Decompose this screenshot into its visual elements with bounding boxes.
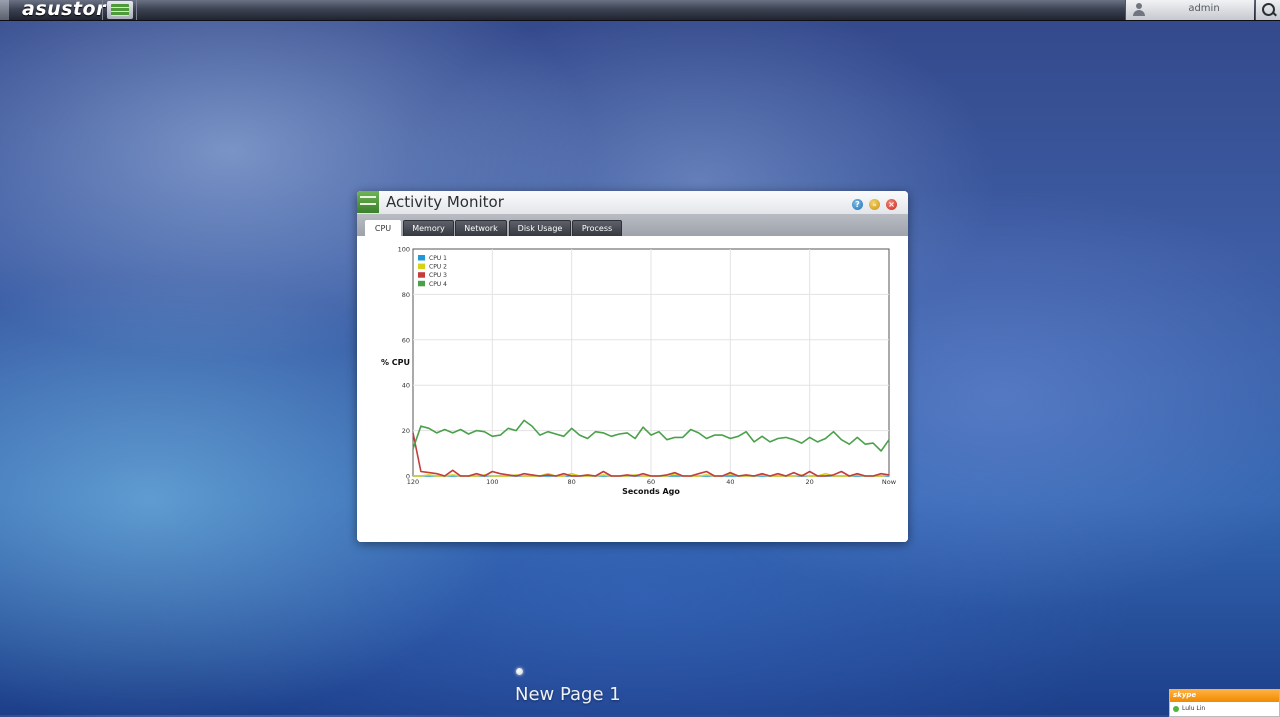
activity-monitor-window: Activity Monitor ? – × CPU Memory Networ… [357,191,908,542]
window-titlebar[interactable]: Activity Monitor ? – × [357,191,908,214]
y-tick-label: 60 [402,336,410,344]
legend-label-cpu-4: CPU 4 [429,281,447,288]
x-tick-label: 40 [726,478,734,486]
tab-cpu[interactable]: CPU [365,220,401,237]
skype-contact-row[interactable]: Lulu Lin [1173,705,1205,712]
legend-swatch-cpu-2 [418,263,425,270]
taskbar-divider [136,0,137,20]
asustor-logo: asustor [22,0,106,20]
top-taskbar: asustor admin [0,0,1280,21]
tab-disk-usage[interactable]: Disk Usage [509,220,571,236]
legend-swatch-cpu-3 [418,272,425,278]
user-menu[interactable]: admin [1125,0,1254,20]
x-tick-label: 60 [647,478,655,486]
minimize-icon[interactable]: – [869,199,880,210]
cpu-line-chart: 020406080100 120 100 80 60 40 20 Now % CPU Sec… [381,246,897,497]
legend-label-cpu-3: CPU 3 [429,272,447,279]
legend-label-cpu-1: CPU 1 [429,255,447,262]
cpu-chart-panel: 0 20 40 60 80 100 120 100 80 60 40 20 Now % CPU Sec… [357,236,908,542]
tab-bar: CPU Memory Network Disk Usage Process [357,214,908,237]
tab-network[interactable]: Network [455,220,507,236]
taskbar-divider [102,0,103,20]
skype-widget[interactable]: skype Lulu Lin [1169,689,1280,717]
storage-stack-icon [111,4,129,16]
skype-contact-name: Lulu Lin [1182,705,1206,712]
search-button[interactable] [1255,0,1280,20]
user-icon [1132,3,1146,17]
tab-memory[interactable]: Memory [403,220,454,236]
online-status-icon [1173,705,1179,712]
x-tick-label: Now [882,478,897,486]
y-tick-label: 40 [402,382,410,390]
legend-swatch-cpu-4 [418,280,425,287]
search-icon [1262,3,1275,16]
y-tick-label: 80 [402,291,410,299]
close-icon[interactable]: × [886,199,897,210]
x-tick-label: 120 [407,478,419,486]
x-tick-label: 80 [568,478,576,486]
x-tick-label: 100 [486,478,498,486]
taskbar-edge [0,0,9,20]
legend-label-cpu-2: CPU 2 [429,264,447,271]
x-axis-ticks: 120 100 80 60 40 20 Now [407,478,897,486]
legend-swatch-cpu-1 [418,255,425,261]
taskbar-app-button[interactable] [107,1,133,19]
desktop-page-name[interactable]: New Page 1 [515,684,621,705]
page-indicator-dot[interactable] [516,668,523,675]
skype-logo: skype [1173,691,1197,699]
help-icon[interactable]: ? [852,199,863,210]
window-title: Activity Monitor [386,193,504,211]
y-tick-label: 20 [402,427,410,435]
activity-monitor-app-icon [357,191,379,213]
x-tick-label: 20 [806,478,814,486]
skype-widget-header: skype [1170,690,1279,702]
y-tick-label: 100 [398,246,410,254]
username-label: admin [1188,3,1220,14]
tab-process[interactable]: Process [572,220,622,236]
x-axis-label: Seconds Ago [622,487,680,496]
y-axis-label: % CPU [381,358,410,367]
